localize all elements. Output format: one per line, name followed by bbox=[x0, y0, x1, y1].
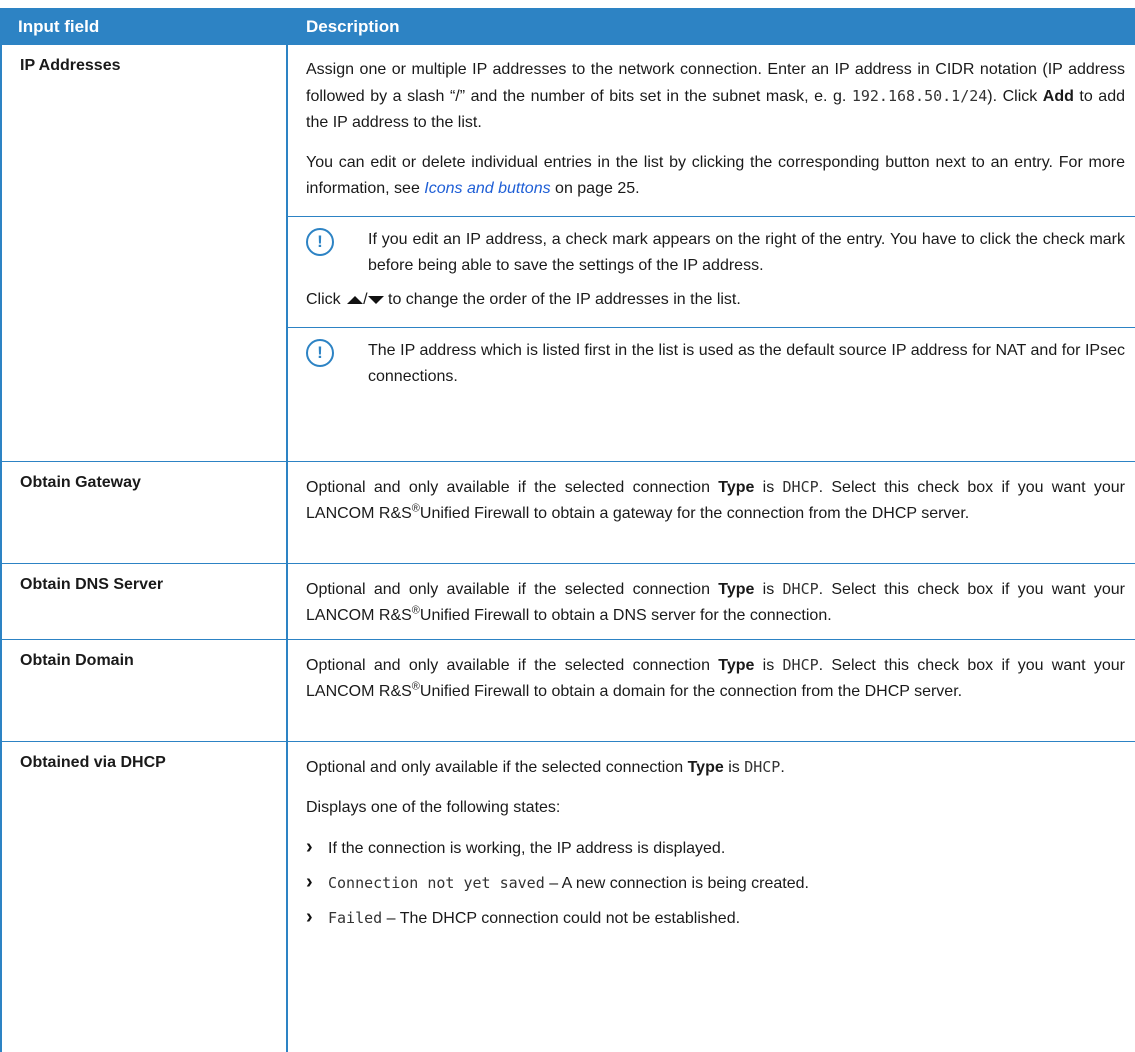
exclamation-icon: ! bbox=[306, 228, 334, 256]
state-text: – A new connection is being created. bbox=[544, 875, 809, 892]
text: Optional and only available if the selec… bbox=[306, 581, 719, 598]
state-text: – The DHCP connection could not be estab… bbox=[382, 910, 741, 927]
table-row: Obtain Domain Optional and only availabl… bbox=[0, 640, 1135, 742]
table-row: Obtained via DHCP Optional and only avai… bbox=[0, 742, 1135, 1052]
field-description: Assign one or multiple IP addresses to t… bbox=[288, 45, 1135, 461]
list-item: › Failed – The DHCP connection could not … bbox=[306, 905, 1125, 932]
paragraph: Click / to change the order of the IP ad… bbox=[306, 287, 1125, 313]
field-name: Obtain Gateway bbox=[0, 462, 288, 563]
table-row: Obtain Gateway Optional and only availab… bbox=[0, 462, 1135, 564]
text: Unified Firewall to obtain a DNS server … bbox=[419, 607, 832, 624]
registered-mark: ® bbox=[411, 502, 420, 515]
arrow-up-icon bbox=[347, 295, 364, 304]
chevron-right-icon: › bbox=[306, 906, 313, 928]
registered-mark: ® bbox=[411, 680, 420, 693]
list-item: › Connection not yet saved – A new connec… bbox=[306, 870, 1125, 897]
field-name: Obtain DNS Server bbox=[0, 564, 288, 639]
dhcp-code: DHCP bbox=[782, 580, 819, 598]
arrow-down-icon bbox=[367, 295, 384, 304]
state-code: Failed bbox=[328, 909, 383, 927]
field-description: Optional and only available if the selec… bbox=[288, 742, 1135, 1052]
add-term: Add bbox=[1042, 88, 1074, 105]
state-text: If the connection is working, the IP add… bbox=[328, 840, 726, 857]
text: Unified Firewall to obtain a gateway for… bbox=[419, 505, 970, 522]
field-name: IP Addresses bbox=[0, 45, 288, 461]
text: Optional and only available if the selec… bbox=[306, 479, 719, 496]
text: Optional and only available if the selec… bbox=[306, 657, 719, 674]
divider bbox=[288, 216, 1135, 217]
text: on page 25. bbox=[550, 180, 640, 197]
type-term: Type bbox=[718, 657, 755, 674]
field-name: Obtained via DHCP bbox=[0, 742, 288, 1052]
text: to change the order of the IP addresses … bbox=[383, 291, 741, 308]
field-description: Optional and only available if the selec… bbox=[288, 462, 1135, 563]
code-example: 192.168.50.1/24 bbox=[851, 87, 988, 105]
paragraph: Assign one or multiple IP addresses to t… bbox=[306, 57, 1125, 136]
type-term: Type bbox=[718, 479, 755, 496]
table-header: Input field Description bbox=[0, 8, 1135, 45]
icons-and-buttons-link[interactable]: Icons and buttons bbox=[424, 180, 550, 197]
states-intro: Displays one of the following states: bbox=[306, 799, 561, 816]
dhcp-code: DHCP bbox=[782, 478, 819, 496]
exclamation-icon: ! bbox=[306, 339, 334, 367]
chevron-right-icon: › bbox=[306, 836, 313, 858]
list-item: › If the connection is working, the IP ad… bbox=[306, 835, 1125, 862]
table-row: IP Addresses Assign one or multiple IP a… bbox=[0, 45, 1135, 462]
chevron-right-icon: › bbox=[306, 871, 313, 893]
note-text: If you edit an IP address, a check mark … bbox=[368, 231, 1125, 274]
table-row: Obtain DNS Server Optional and only avai… bbox=[0, 564, 1135, 640]
header-input-field: Input field bbox=[18, 16, 100, 36]
paragraph: Optional and only available if the selec… bbox=[306, 754, 1125, 781]
text: ). Click bbox=[987, 88, 1043, 105]
text: is bbox=[754, 657, 783, 674]
state-code: Connection not yet saved bbox=[328, 874, 545, 892]
input-field-table: Input field Description IP Addresses Ass… bbox=[0, 0, 1135, 1052]
type-term: Type bbox=[718, 581, 755, 598]
text: . bbox=[780, 759, 785, 776]
text: is bbox=[723, 759, 745, 776]
dhcp-code: DHCP bbox=[782, 656, 819, 674]
paragraph: You can edit or delete individual entrie… bbox=[306, 150, 1125, 202]
note: ! The IP address which is listed first i… bbox=[306, 338, 1125, 390]
field-description: Optional and only available if the selec… bbox=[288, 564, 1135, 639]
text: Unified Firewall to obtain a domain for … bbox=[419, 683, 963, 700]
text: Optional and only available if the selec… bbox=[306, 759, 688, 776]
type-term: Type bbox=[687, 759, 724, 776]
dhcp-code: DHCP bbox=[744, 758, 781, 776]
states-list: › If the connection is working, the IP ad… bbox=[306, 835, 1125, 932]
field-description: Optional and only available if the selec… bbox=[288, 640, 1135, 741]
field-name: Obtain Domain bbox=[0, 640, 288, 741]
text: Click bbox=[306, 291, 346, 308]
text: is bbox=[754, 479, 783, 496]
note: ! If you edit an IP address, a check mar… bbox=[306, 227, 1125, 279]
divider bbox=[288, 327, 1135, 328]
header-description: Description bbox=[306, 16, 400, 36]
text: is bbox=[754, 581, 783, 598]
registered-mark: ® bbox=[411, 604, 420, 617]
note-text: The IP address which is listed first in … bbox=[368, 342, 1125, 385]
